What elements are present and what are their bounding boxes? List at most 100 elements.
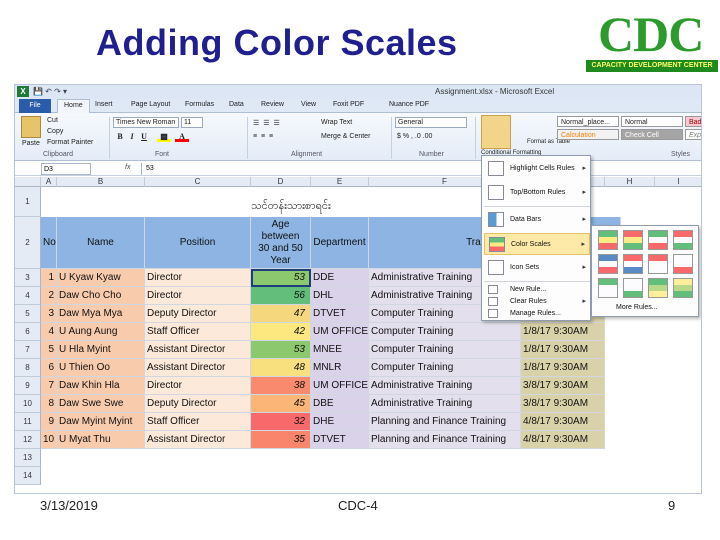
color-scale-swatch[interactable] xyxy=(673,254,693,274)
align-buttons-row2[interactable]: ≡ ≡ ≡ xyxy=(253,133,274,140)
cut-button[interactable]: Cut xyxy=(47,117,58,124)
color-scale-swatch[interactable] xyxy=(598,278,618,298)
merge-center-button[interactable]: Merge & Center xyxy=(321,133,370,140)
cell-date[interactable]: 3/8/17 9:30AM xyxy=(521,395,605,413)
cell-position[interactable]: Assistant Director xyxy=(145,359,251,377)
color-scale-swatch[interactable] xyxy=(648,278,668,298)
cell-age[interactable]: 48 xyxy=(251,359,311,377)
cell-position[interactable]: Assistant Director xyxy=(145,341,251,359)
cell-date[interactable]: 1/8/17 9:30AM xyxy=(521,359,605,377)
color-scale-swatch[interactable] xyxy=(623,254,643,274)
menu-icon-sets[interactable]: Icon Sets ▸ xyxy=(484,257,590,279)
cell-age[interactable]: 42 xyxy=(251,323,311,341)
menu-data-bars[interactable]: Data Bars ▸ xyxy=(484,209,590,231)
color-scale-swatch[interactable] xyxy=(673,278,693,298)
cell-name[interactable]: U Aung Aung xyxy=(57,323,145,341)
more-rules-option[interactable]: More Rules... xyxy=(616,304,658,311)
cell-department[interactable]: MNLR xyxy=(311,359,369,377)
cell-position[interactable]: Deputy Director xyxy=(145,395,251,413)
column-header[interactable]: B xyxy=(57,177,145,187)
menu-top-bottom-rules[interactable]: Top/Bottom Rules ▸ xyxy=(484,182,590,204)
conditional-formatting-button[interactable] xyxy=(481,115,511,149)
column-header[interactable]: E xyxy=(311,177,369,187)
menu-clear-rules[interactable]: Clear Rules ▸ xyxy=(484,296,590,308)
row-header[interactable]: 2 xyxy=(15,217,41,269)
menu-manage-rules[interactable]: Manage Rules... xyxy=(484,308,590,320)
style-normal-place[interactable]: Normal_place... xyxy=(557,116,619,127)
cell-department[interactable]: UM OFFICE-13 xyxy=(311,323,369,341)
tab-formulas[interactable]: Formulas xyxy=(185,101,214,108)
row-header[interactable]: 3 xyxy=(15,269,41,287)
color-scale-swatch[interactable] xyxy=(648,230,668,250)
align-buttons[interactable]: ☰ ☰ ☰ xyxy=(253,119,281,127)
cell-date[interactable]: 1/8/17 9:30AM xyxy=(521,323,605,341)
cell-name[interactable]: Daw Mya Mya xyxy=(57,305,145,323)
cell-no[interactable]: 1 xyxy=(41,269,57,287)
row-header[interactable]: 12 xyxy=(15,431,41,449)
name-box[interactable]: D3 xyxy=(41,163,91,175)
italic-button[interactable]: I xyxy=(127,131,137,142)
column-header[interactable]: H xyxy=(605,177,655,187)
cell-no[interactable]: 5 xyxy=(41,341,57,359)
color-scale-swatch[interactable] xyxy=(623,230,643,250)
cell-no[interactable]: 9 xyxy=(41,413,57,431)
cell-training-title[interactable]: Administrative Training xyxy=(369,377,521,395)
cell-no[interactable]: 10 xyxy=(41,431,57,449)
wrap-text-button[interactable]: Wrap Text xyxy=(321,119,352,126)
tab-file[interactable]: File xyxy=(19,99,51,113)
row-header[interactable]: 6 xyxy=(15,323,41,341)
cell-department[interactable]: DHL xyxy=(311,287,369,305)
color-scale-swatch[interactable] xyxy=(623,278,643,298)
number-buttons[interactable]: $ % , .0 .00 xyxy=(397,133,432,140)
row-header[interactable]: 4 xyxy=(15,287,41,305)
cell-age[interactable]: 35 xyxy=(251,431,311,449)
cell-training-title[interactable]: Planning and Finance Training xyxy=(369,413,521,431)
cell-name[interactable]: U Myat Thu xyxy=(57,431,145,449)
cell-no[interactable]: 6 xyxy=(41,359,57,377)
cell-date[interactable]: 3/8/17 9:30AM xyxy=(521,377,605,395)
paste-icon[interactable] xyxy=(21,116,41,138)
style-check-cell[interactable]: Check Cell xyxy=(621,129,683,140)
cell-position[interactable]: Staff Officer xyxy=(145,323,251,341)
tab-nuance-pdf[interactable]: Nuance PDF xyxy=(389,101,429,108)
cell-name[interactable]: Daw Swe Swe xyxy=(57,395,145,413)
cell-position[interactable]: Assistant Director xyxy=(145,431,251,449)
cell-age[interactable]: 45 xyxy=(251,395,311,413)
cell-date[interactable]: 1/8/17 9:30AM xyxy=(521,341,605,359)
tab-data[interactable]: Data xyxy=(229,101,244,108)
tab-home[interactable]: Home xyxy=(57,99,90,114)
menu-color-scales[interactable]: Color Scales ▸ xyxy=(484,233,590,255)
menu-new-rule[interactable]: New Rule... xyxy=(484,284,590,296)
row-header[interactable]: 10 xyxy=(15,395,41,413)
style-bad[interactable]: Bad xyxy=(685,116,701,127)
font-name-select[interactable]: Times New Roman xyxy=(113,117,179,128)
column-header[interactable]: I xyxy=(655,177,701,187)
row-header[interactable]: 9 xyxy=(15,377,41,395)
cell-department[interactable]: DHE xyxy=(311,413,369,431)
row-header[interactable]: 13 xyxy=(15,449,41,467)
tab-insert[interactable]: Insert xyxy=(95,101,113,108)
style-explanatory[interactable]: Expl xyxy=(685,129,701,140)
cell-department[interactable]: DDE xyxy=(311,269,369,287)
cell-name[interactable]: Daw Myint Myint xyxy=(57,413,145,431)
cell-date[interactable]: 4/8/17 9:30AM xyxy=(521,413,605,431)
cell-no[interactable]: 7 xyxy=(41,377,57,395)
row-header[interactable]: 5 xyxy=(15,305,41,323)
tab-page-layout[interactable]: Page Layout xyxy=(131,101,170,108)
cell-department[interactable]: DTVET xyxy=(311,305,369,323)
row-header[interactable]: 14 xyxy=(15,467,41,485)
row-header[interactable]: 1 xyxy=(15,187,41,217)
font-size-select[interactable]: 11 xyxy=(181,117,203,128)
cell-department[interactable]: DBE xyxy=(311,395,369,413)
style-calculation[interactable]: Calculation xyxy=(557,129,619,140)
cell-date[interactable]: 4/8/17 9:30AM xyxy=(521,431,605,449)
color-scale-swatch[interactable] xyxy=(598,230,618,250)
paste-button[interactable]: Paste xyxy=(22,140,40,147)
tab-review[interactable]: Review xyxy=(261,101,284,108)
underline-button[interactable]: U xyxy=(139,131,149,142)
cell-name[interactable]: Daw Khin Hla xyxy=(57,377,145,395)
cell-training-title[interactable]: Planning and Finance Training xyxy=(369,431,521,449)
number-format-select[interactable]: General xyxy=(395,117,467,128)
cell-department[interactable]: DTVET xyxy=(311,431,369,449)
cell-training-title[interactable]: Administrative Training xyxy=(369,395,521,413)
